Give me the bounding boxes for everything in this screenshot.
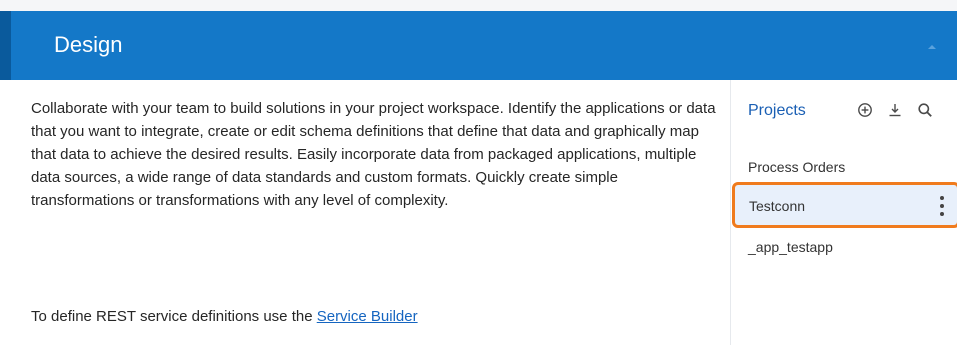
download-icon[interactable] <box>885 100 905 120</box>
add-circle-icon[interactable] <box>855 100 875 120</box>
project-item-process-orders[interactable]: Process Orders <box>748 158 948 176</box>
project-item-label: Testconn <box>749 198 806 214</box>
panel-header: Design <box>0 11 957 80</box>
panel-title: Design <box>54 32 123 57</box>
service-builder-link[interactable]: Service Builder <box>317 308 418 325</box>
rest-service-line: To define REST service definitions use t… <box>31 305 418 328</box>
chevron-up-icon[interactable] <box>924 40 940 52</box>
top-strip <box>0 0 957 11</box>
projects-title: Projects <box>748 102 806 119</box>
projects-sidebar: Projects Process Orders Testconn _app_te… <box>732 80 957 345</box>
design-panel-frame: Design Collaborate with your team to bui… <box>0 0 957 345</box>
header-accent-bar <box>0 11 11 80</box>
panel-content: Collaborate with your team to build solu… <box>11 80 957 345</box>
rest-service-text: To define REST service definitions use t… <box>31 308 317 325</box>
more-vertical-icon[interactable] <box>937 196 947 216</box>
project-item-testconn[interactable]: Testconn <box>732 182 957 228</box>
search-icon[interactable] <box>915 100 935 120</box>
design-description: Collaborate with your team to build solu… <box>31 100 716 209</box>
main-section: Collaborate with your team to build solu… <box>11 80 731 345</box>
project-item-app-testapp[interactable]: _app_testapp <box>748 238 948 256</box>
